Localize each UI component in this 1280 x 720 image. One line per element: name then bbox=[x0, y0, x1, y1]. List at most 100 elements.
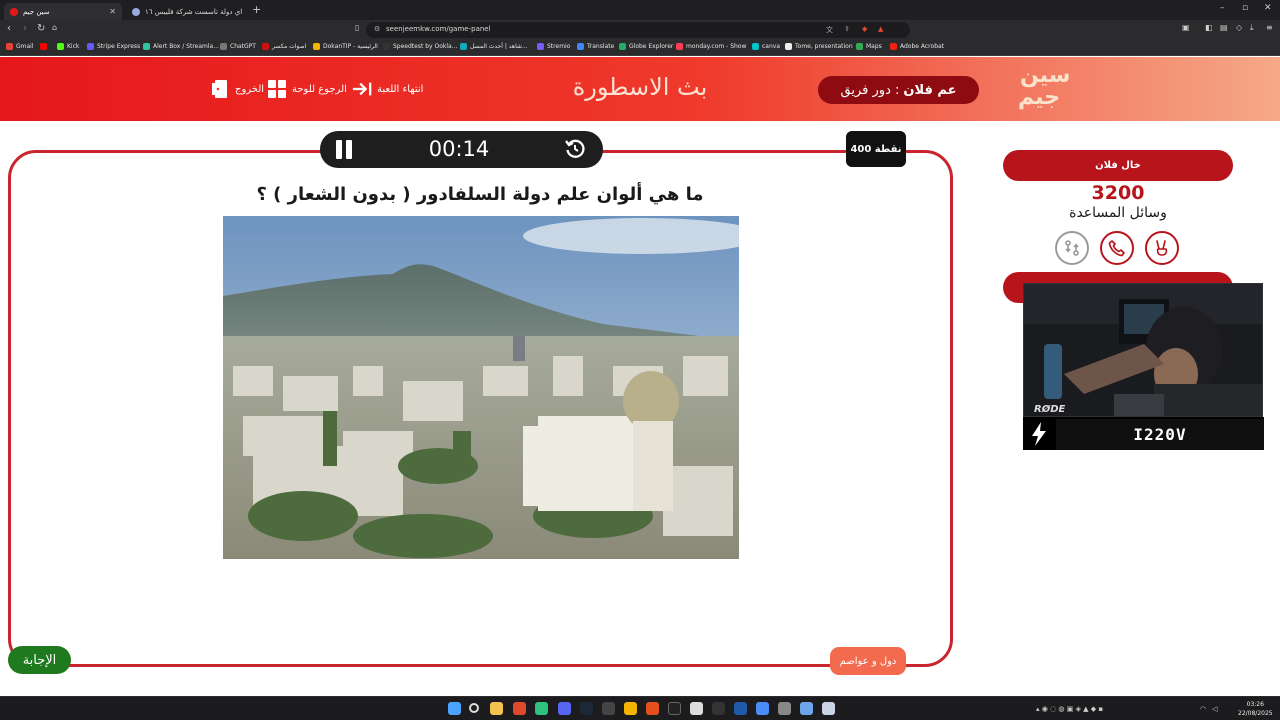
search-icon[interactable] bbox=[469, 703, 479, 713]
lightning-icon bbox=[1023, 417, 1055, 450]
minimize-icon[interactable]: – bbox=[1220, 3, 1225, 13]
bookmark-icon[interactable]: ▯ bbox=[355, 23, 359, 32]
site-settings-icon[interactable]: ⚙ bbox=[374, 25, 380, 33]
tab-active[interactable]: سين جيم ✕ bbox=[4, 3, 122, 20]
bookmark-dokantip[interactable]: DokanTIP - الرئيسية bbox=[313, 43, 378, 50]
bookmark-canva[interactable]: canva bbox=[752, 43, 780, 50]
bookmark-sounds[interactable]: اصوات مكسر bbox=[262, 43, 306, 50]
bookmark-translate[interactable]: Translate bbox=[577, 43, 614, 50]
downloads-icon[interactable]: ⤓ bbox=[1250, 23, 1254, 33]
bookmark-stripe[interactable]: Stripe Express bbox=[87, 43, 140, 50]
new-tab-icon[interactable]: + bbox=[252, 3, 261, 16]
forward-icon[interactable]: › bbox=[23, 23, 27, 34]
swap-icon bbox=[1065, 240, 1079, 256]
share-icon[interactable]: ⇪ bbox=[844, 25, 850, 33]
app-icon-3[interactable] bbox=[734, 702, 747, 715]
reset-timer-icon[interactable] bbox=[564, 138, 586, 160]
show-answer-button[interactable]: الإجابة bbox=[8, 646, 71, 674]
turn-label: دور فريق : bbox=[840, 82, 900, 98]
bookmark-gmail[interactable]: Gmail bbox=[6, 43, 34, 50]
app-icon-2[interactable] bbox=[646, 702, 659, 715]
sidebar-icon[interactable]: ◧ bbox=[1205, 23, 1213, 32]
capcut-icon[interactable] bbox=[712, 702, 725, 715]
url-text: seenjeemkw.com/game-panel bbox=[386, 25, 491, 33]
epic-games-icon[interactable] bbox=[602, 702, 615, 715]
team-score: 3200 bbox=[1091, 182, 1145, 204]
timer-bar: 00:14 bbox=[320, 131, 603, 168]
wallet-icon[interactable]: ▤ bbox=[1220, 23, 1228, 32]
bookmark-tome[interactable]: Tome, presentation bbox=[785, 43, 853, 50]
chrome-icon[interactable] bbox=[690, 702, 703, 715]
site-favicon-icon bbox=[10, 7, 18, 16]
bookmark-youtube[interactable] bbox=[40, 43, 50, 50]
settings-icon[interactable] bbox=[778, 702, 791, 715]
bookmark-speedtest[interactable]: Speedtest by Ookla... bbox=[383, 43, 457, 50]
tab-title: في اي دولة تاسست شركة فليبس ١٦ ... bbox=[145, 7, 242, 16]
bookmark-adobe-acrobat[interactable]: Adobe Acrobat bbox=[890, 43, 944, 50]
exit-button[interactable]: الخروج bbox=[210, 79, 264, 99]
system-clock[interactable]: 03:26 22/08/2025 bbox=[1238, 700, 1273, 718]
wifi-icon[interactable]: ◠ bbox=[1200, 705, 1206, 713]
close-window-icon[interactable]: ✕ bbox=[1264, 3, 1272, 13]
bookmark-streamlabs[interactable]: Alert Box / Streamla... bbox=[143, 43, 219, 50]
close-tab-icon[interactable]: ✕ bbox=[109, 7, 116, 16]
end-game-button[interactable]: انتهاء اللعبة bbox=[352, 79, 423, 99]
tray-icons[interactable]: ▴ ◉ ◌ ◍ ▣ ◈ ▲ ◆ ▪ bbox=[1036, 705, 1103, 713]
bookmark-monday[interactable]: monday.com - Show bbox=[676, 43, 746, 50]
maximize-icon[interactable]: ▫ bbox=[1242, 3, 1248, 13]
rockstar-icon[interactable] bbox=[624, 702, 637, 715]
call-friend-helper-button[interactable] bbox=[1100, 231, 1134, 265]
back-to-board-button[interactable]: الرجوع للوحة bbox=[267, 79, 347, 99]
peace-hand-icon bbox=[1156, 240, 1168, 256]
timer-display: 00:14 bbox=[428, 137, 490, 161]
bookmark-shahid[interactable]: شاهد | أحدث المسل... bbox=[460, 43, 528, 50]
exit-door-icon bbox=[210, 80, 230, 98]
bookmark-chatgpt[interactable]: ChatGPT bbox=[220, 43, 256, 50]
steam-icon[interactable] bbox=[580, 702, 593, 715]
question-image bbox=[223, 216, 739, 559]
app-icon-1[interactable] bbox=[535, 702, 548, 715]
url-field[interactable]: ⚙ seenjeemkw.com/game-panel 文 ⇪ ◆ ▲ bbox=[366, 22, 910, 38]
end-arrow-icon bbox=[352, 80, 372, 98]
phone-icon bbox=[1108, 240, 1125, 257]
rewards-icon[interactable]: ▲ bbox=[878, 25, 883, 33]
tab-inactive[interactable]: في اي دولة تاسست شركة فليبس ١٦ ... bbox=[126, 3, 248, 20]
app-icon-6[interactable] bbox=[822, 702, 835, 715]
turn-team-name: عم فلان bbox=[903, 82, 957, 98]
obs-icon[interactable] bbox=[668, 702, 681, 715]
volume-icon[interactable]: ◁ bbox=[1212, 705, 1217, 713]
tab-title: سين جيم bbox=[23, 7, 50, 16]
bookmark-stremio[interactable]: Stremio bbox=[537, 43, 570, 50]
home-icon[interactable]: ⌂ bbox=[52, 23, 57, 32]
file-explorer-icon[interactable] bbox=[490, 702, 503, 715]
reload-icon[interactable]: ↻ bbox=[37, 23, 45, 34]
clock-time: 03:26 bbox=[1246, 701, 1264, 708]
question-text: ما هي ألوان علم دولة السلفادور ( بدون ال… bbox=[256, 184, 704, 205]
start-menu-icon[interactable] bbox=[448, 702, 461, 715]
double-answer-helper-button[interactable] bbox=[1145, 231, 1179, 265]
bookmark-kick[interactable]: Kick bbox=[57, 43, 79, 50]
search-favicon-icon bbox=[132, 7, 140, 16]
streamer-name: I220V bbox=[1056, 419, 1264, 450]
windows-taskbar: ▴ ◉ ◌ ◍ ▣ ◈ ▲ ◆ ▪ ◠ ◁ 03:26 22/08/2025 bbox=[0, 696, 1280, 720]
app-icon-4[interactable] bbox=[756, 702, 769, 715]
pause-icon[interactable] bbox=[336, 140, 354, 159]
brave-shield-icon[interactable]: ◆ bbox=[862, 25, 867, 33]
address-bar-row: ‹ › ↻ ⌂ ▯ ⚙ seenjeemkw.com/game-panel 文 … bbox=[0, 20, 1280, 40]
helpers-label: وسائل المساعدة bbox=[1069, 205, 1167, 221]
discord-icon[interactable] bbox=[558, 702, 571, 715]
back-icon[interactable]: ‹ bbox=[7, 23, 11, 34]
brave-browser-icon[interactable] bbox=[513, 702, 526, 715]
vpn-icon[interactable]: ◇ bbox=[1236, 23, 1242, 32]
extensions-icon[interactable]: ▣ bbox=[1182, 23, 1190, 32]
translate-icon[interactable]: 文 bbox=[826, 25, 833, 35]
game-header: سين جيم دور فريق : عم فلان بث الاسطورة ا… bbox=[0, 57, 1280, 121]
bookmark-maps[interactable]: Maps bbox=[856, 43, 882, 50]
swap-question-helper-button[interactable] bbox=[1055, 231, 1089, 265]
category-badge: دول و عواصم bbox=[830, 647, 906, 675]
current-turn-badge: دور فريق : عم فلان bbox=[818, 76, 979, 104]
menu-icon[interactable]: ≡ bbox=[1266, 23, 1273, 32]
app-icon-5[interactable] bbox=[800, 702, 813, 715]
bookmark-globe-explorer[interactable]: Globe Explorer bbox=[619, 43, 673, 50]
team-name-badge: خال فلان bbox=[1003, 150, 1233, 181]
